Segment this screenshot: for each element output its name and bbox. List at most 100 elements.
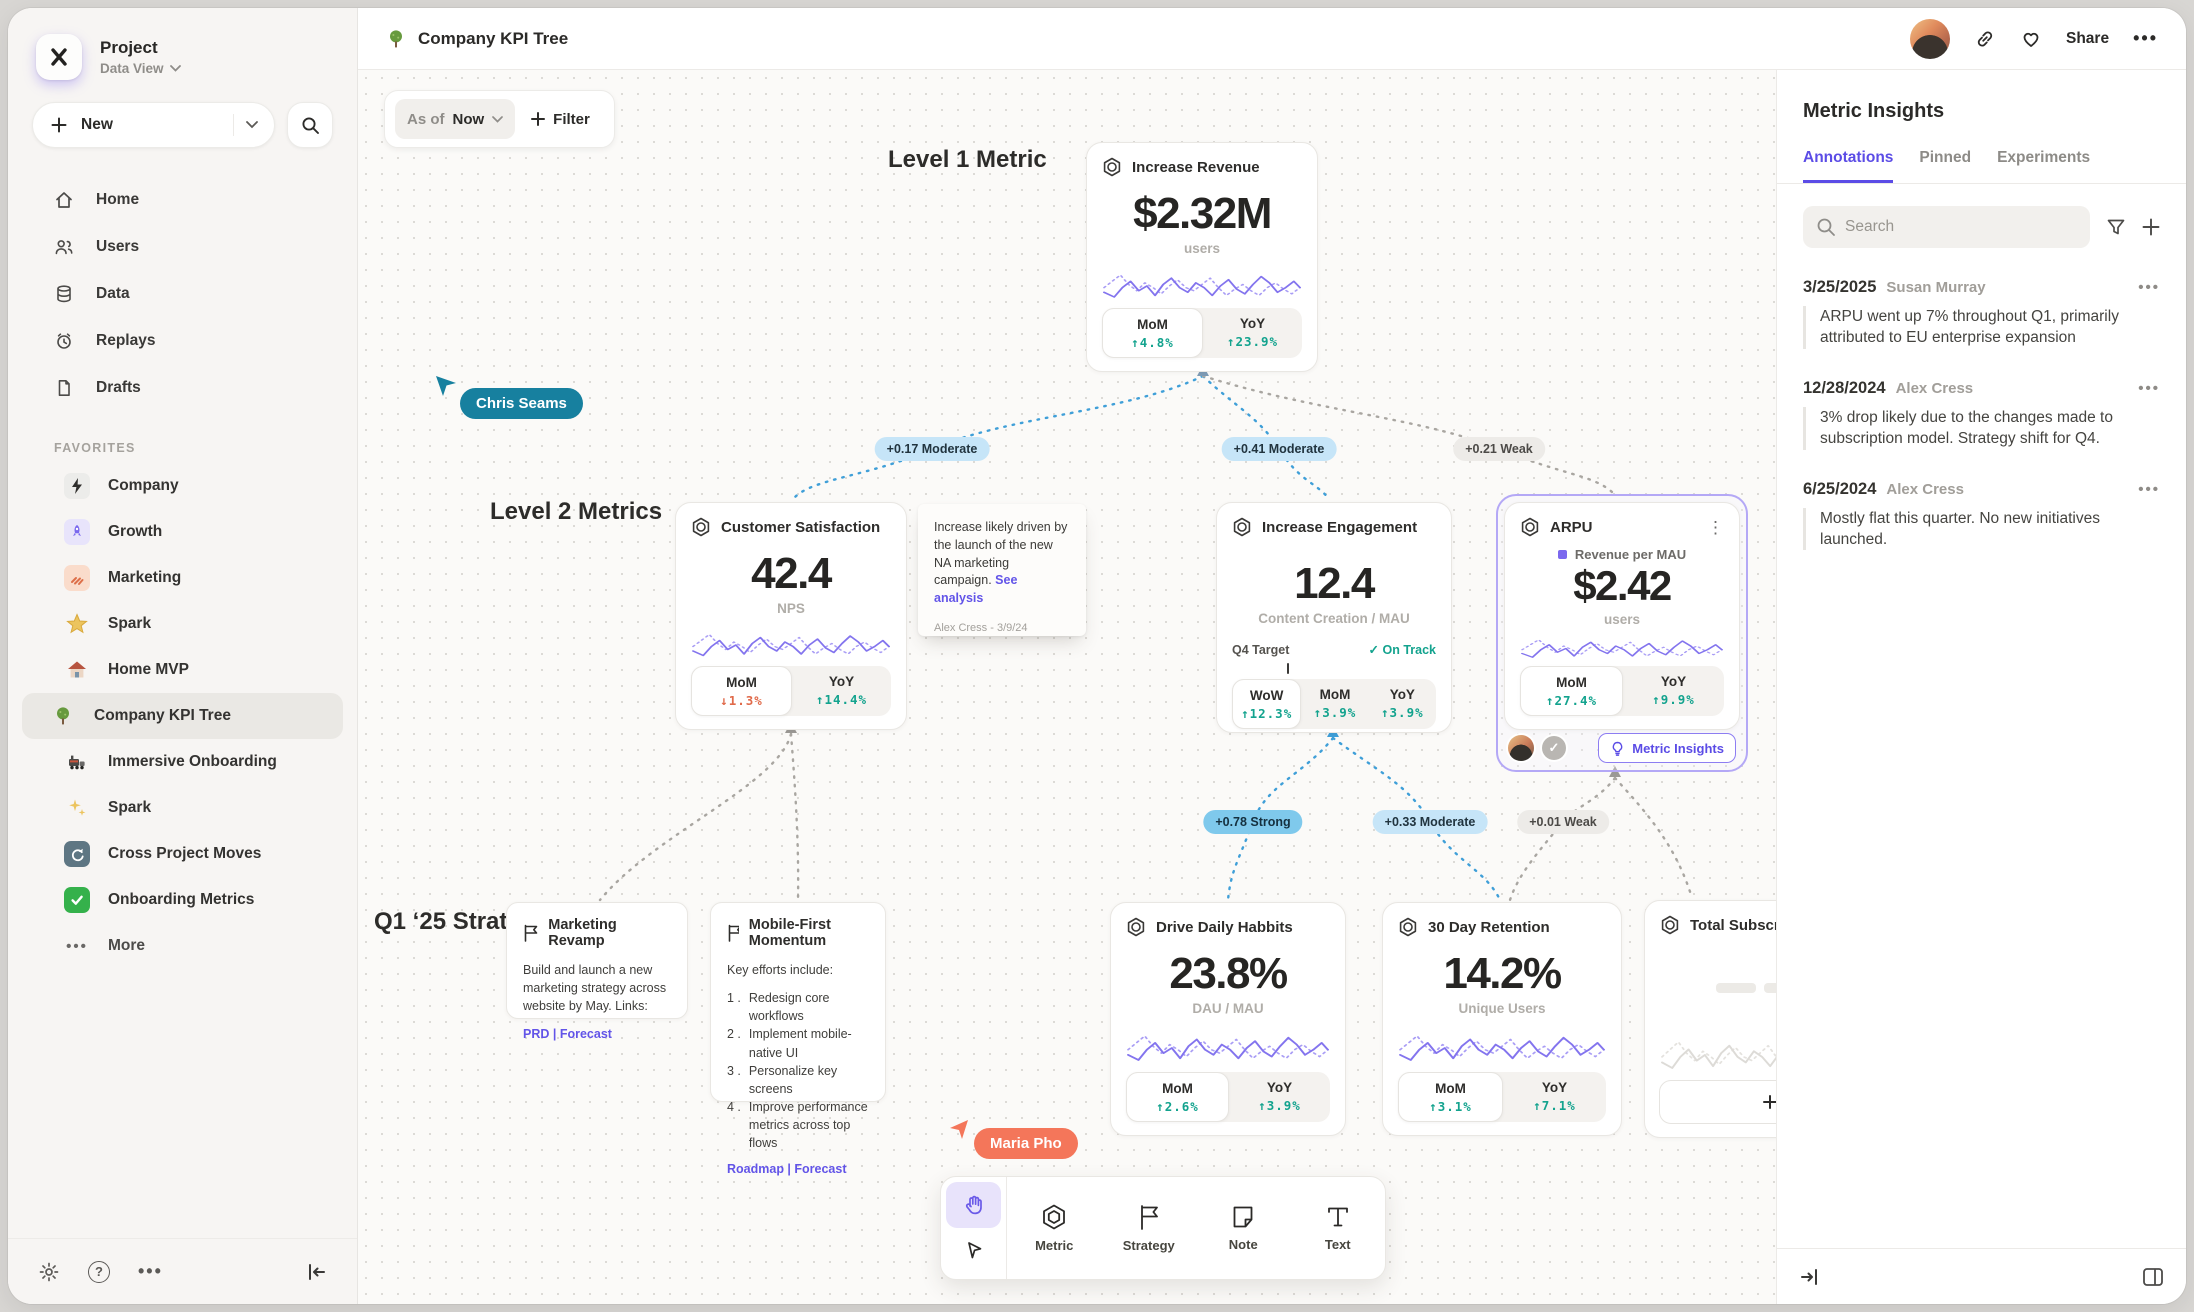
share-button[interactable]: Share xyxy=(2066,30,2109,48)
tree-icon xyxy=(50,703,76,729)
sidebar-more-button[interactable]: ••• More xyxy=(22,923,343,969)
stat-yoy[interactable]: YoY↑7.1% xyxy=(1503,1072,1606,1122)
tab-annotations[interactable]: Annotations xyxy=(1803,149,1893,183)
target-label: Q4 Target xyxy=(1232,643,1289,657)
sidebar-item-drafts[interactable]: Drafts xyxy=(8,364,357,411)
strategy-links[interactable]: PRD | Forecast xyxy=(523,1027,671,1041)
collapse-panel-icon[interactable] xyxy=(1799,1268,1819,1286)
app-window: Project Data View New Home xyxy=(8,8,2186,1304)
cursor-arrow-icon xyxy=(434,374,458,398)
favorite-heart-icon[interactable] xyxy=(2020,28,2042,50)
hand-tool-button[interactable] xyxy=(946,1182,1001,1228)
metric-card-customer-satisfaction[interactable]: Customer Satisfaction 42.4 NPS MoM↓1.3% … xyxy=(675,502,907,730)
x-logo-icon xyxy=(47,45,71,69)
sidebar-item-home[interactable]: Home xyxy=(8,176,357,223)
workspace-selector[interactable]: Data View xyxy=(100,61,181,76)
kpi-tree-canvas[interactable]: As of Now Filter Level 1 Metric Level 2 … xyxy=(358,70,1776,1304)
annotation-kebab-icon[interactable]: ••• xyxy=(2138,279,2160,296)
settings-gear-icon[interactable] xyxy=(38,1261,60,1283)
stat-mom[interactable]: MoM↑3.1% xyxy=(1398,1072,1503,1122)
annotation-item[interactable]: 6/25/2024 Alex Cress ••• Mostly flat thi… xyxy=(1803,480,2160,551)
search-input[interactable] xyxy=(1803,206,2090,248)
annotation-item[interactable]: 12/28/2024 Alex Cress ••• 3% drop likely… xyxy=(1803,379,2160,450)
metric-card-increase-revenue[interactable]: Increase Revenue $2.32M users MoM↑4.8% Y… xyxy=(1086,142,1318,372)
sidebar-item-users[interactable]: Users xyxy=(8,223,357,270)
text-tool-button[interactable]: Text xyxy=(1291,1177,1386,1279)
series-legend: Revenue per MAU xyxy=(1520,547,1724,562)
flag-icon xyxy=(1137,1203,1161,1231)
as-of-selector[interactable]: As of Now xyxy=(395,99,515,139)
select-tool-button[interactable] xyxy=(946,1228,1001,1274)
help-icon[interactable]: ? xyxy=(88,1261,110,1283)
note-tool-button[interactable]: Note xyxy=(1196,1177,1291,1279)
favorite-item-company[interactable]: Company xyxy=(22,463,343,509)
add-annotation-icon[interactable] xyxy=(2142,218,2160,236)
metric-card-increase-engagement[interactable]: Increase Engagement 12.4 Content Creatio… xyxy=(1216,502,1452,733)
board-title: Company KPI Tree xyxy=(386,29,568,49)
annotation-kebab-icon[interactable]: ••• xyxy=(2138,380,2160,397)
metric-card-total-subscriptions[interactable]: Total Subscript Connec xyxy=(1644,900,1776,1138)
metric-card-arpu[interactable]: ARPU ⋮ Revenue per MAU $2.42 users MoM↑2… xyxy=(1504,502,1740,730)
stat-yoy[interactable]: YoY↑14.4% xyxy=(792,666,891,716)
annotation-kebab-icon[interactable]: ••• xyxy=(2138,481,2160,498)
canvas-annotation-note[interactable]: Increase likely driven by the launch of … xyxy=(918,504,1086,636)
metric-tool-button[interactable]: Metric xyxy=(1007,1177,1102,1279)
user-avatar[interactable] xyxy=(1910,19,1950,59)
more-options-icon[interactable]: ••• xyxy=(138,1261,163,1282)
annotation-item[interactable]: 3/25/2025 Susan Murray ••• ARPU went up … xyxy=(1803,278,2160,349)
stat-wow[interactable]: WoW↑12.3% xyxy=(1232,679,1301,729)
stat-mom[interactable]: MoM↑3.9% xyxy=(1301,679,1368,729)
sidebar-item-data[interactable]: Data xyxy=(8,270,357,317)
metric-card-30-day-retention[interactable]: 30 Day Retention 14.2% Unique Users MoM↑… xyxy=(1382,902,1622,1136)
metric-card-drive-daily-habits[interactable]: Drive Daily Habbits 23.8% DAU / MAU MoM↑… xyxy=(1110,902,1346,1136)
favorite-item-spark-2[interactable]: Spark xyxy=(22,785,343,831)
rocket-icon xyxy=(64,519,90,545)
split-view-icon[interactable] xyxy=(2142,1267,2164,1287)
metric-value: 14.2% xyxy=(1398,949,1606,999)
edge-weight-label: +0.41 Moderate xyxy=(1222,437,1337,461)
favorite-item-immersive-onboarding[interactable]: Immersive Onboarding xyxy=(22,739,343,785)
copy-link-icon[interactable] xyxy=(1974,28,1996,50)
stat-mom[interactable]: MoM↓1.3% xyxy=(691,666,792,716)
metric-unit: users xyxy=(1520,612,1724,627)
stat-yoy[interactable]: YoY↑23.9% xyxy=(1203,308,1302,358)
project-switcher[interactable]: Project Data View xyxy=(8,8,357,80)
sidebar-search-button[interactable] xyxy=(287,102,333,148)
favorite-item-growth[interactable]: Growth xyxy=(22,509,343,555)
stat-mom[interactable]: MoM↑27.4% xyxy=(1520,666,1623,716)
favorite-item-home-mvp[interactable]: Home MVP xyxy=(22,647,343,693)
card-kebab-menu-icon[interactable]: ⋮ xyxy=(1707,519,1724,536)
sidebar-item-replays[interactable]: Replays xyxy=(8,317,357,364)
stat-mom[interactable]: MoM↑2.6% xyxy=(1126,1072,1229,1122)
stat-yoy[interactable]: YoY↑3.9% xyxy=(1369,679,1436,729)
chevron-down-icon[interactable] xyxy=(246,121,258,129)
strategy-card-mobile-first[interactable]: Mobile-First Momentum Key efforts includ… xyxy=(710,902,886,1102)
favorite-item-marketing[interactable]: Marketing xyxy=(22,555,343,601)
favorite-item-onboarding-metrics[interactable]: Onboarding Metrics xyxy=(22,877,343,923)
stat-yoy[interactable]: YoY↑9.9% xyxy=(1623,666,1724,716)
filter-funnel-icon[interactable] xyxy=(2106,217,2126,237)
favorite-item-spark[interactable]: Spark xyxy=(22,601,343,647)
add-filter-button[interactable]: Filter xyxy=(515,111,606,128)
hand-icon xyxy=(962,1193,986,1217)
strategy-card-marketing-revamp[interactable]: Marketing Revamp Build and launch a new … xyxy=(506,902,688,1019)
collapse-sidebar-icon[interactable] xyxy=(307,1263,327,1281)
tab-pinned[interactable]: Pinned xyxy=(1919,149,1971,183)
strategy-tool-button[interactable]: Strategy xyxy=(1102,1177,1197,1279)
topbar-more-icon[interactable]: ••• xyxy=(2133,28,2158,49)
metric-unit: Unique Users xyxy=(1398,1001,1606,1016)
connect-data-button[interactable]: Connec xyxy=(1659,1080,1776,1124)
metric-target-icon xyxy=(1102,157,1122,177)
favorite-item-company-kpi-tree[interactable]: Company KPI Tree xyxy=(22,693,343,739)
plus-icon xyxy=(51,117,67,133)
stat-yoy[interactable]: YoY↑3.9% xyxy=(1229,1072,1330,1122)
on-track-status: ✓ On Track xyxy=(1369,642,1436,657)
strategy-links[interactable]: Roadmap | Forecast xyxy=(727,1162,869,1176)
tab-experiments[interactable]: Experiments xyxy=(1997,149,2090,183)
metric-insights-button[interactable]: Metric Insights xyxy=(1598,733,1736,763)
tree-icon xyxy=(386,29,406,49)
stat-mom[interactable]: MoM↑4.8% xyxy=(1102,308,1203,358)
favorite-item-cross-project-moves[interactable]: Cross Project Moves xyxy=(22,831,343,877)
new-button[interactable]: New xyxy=(32,102,275,148)
skeleton-placeholder xyxy=(1660,983,1776,993)
